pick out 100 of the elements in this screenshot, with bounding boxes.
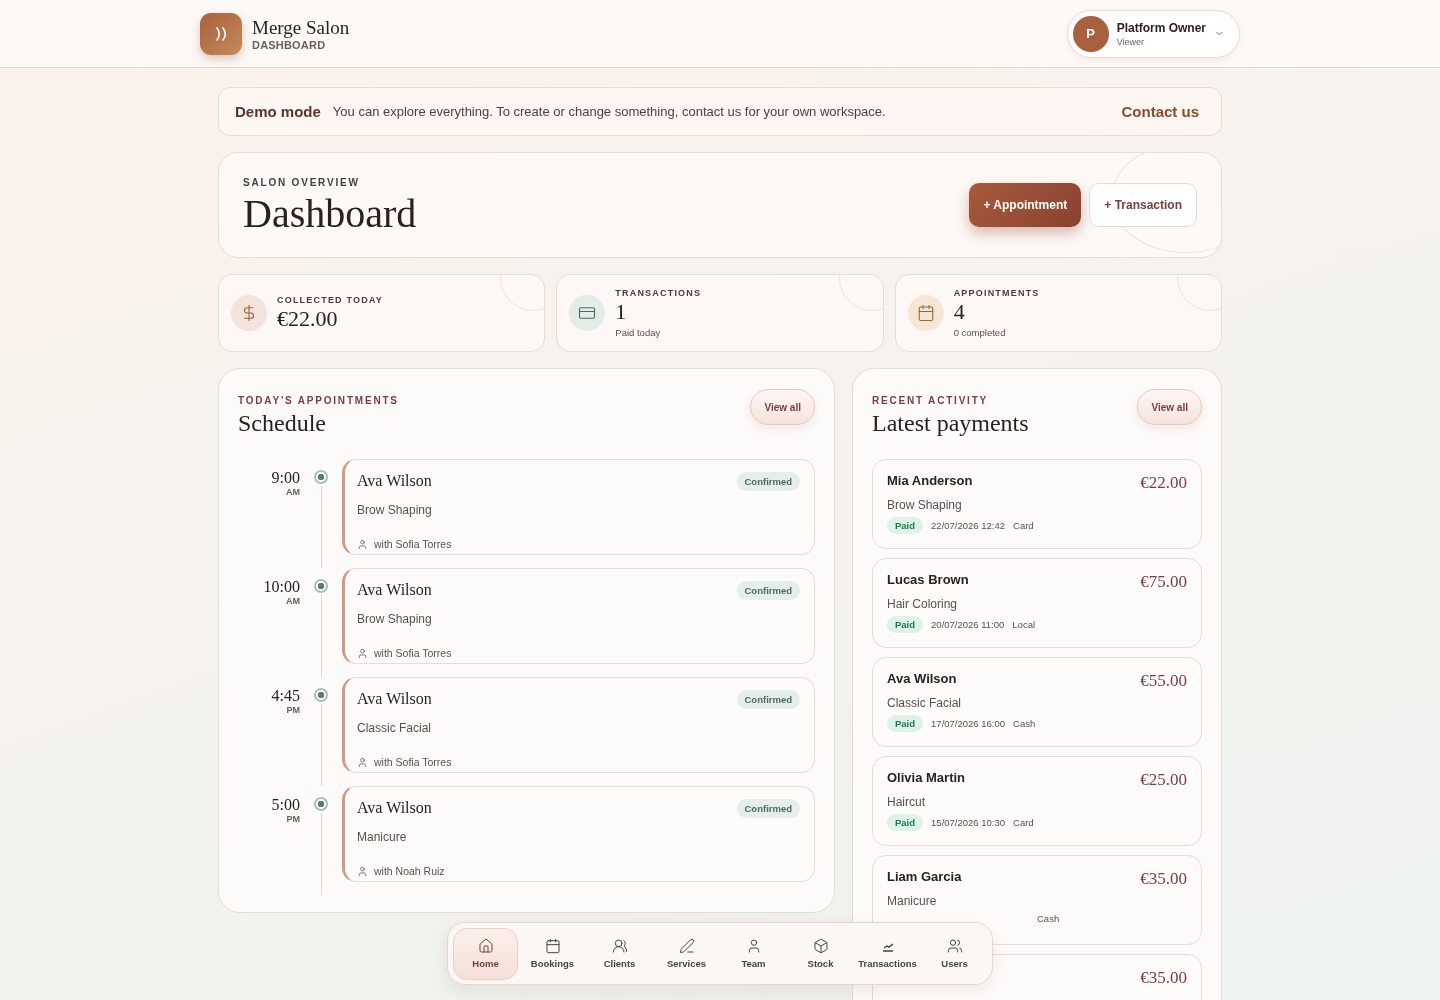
status-badge: Confirmed [736,472,800,491]
stat-label: APPOINTMENTS [953,288,1040,299]
brand-name: Merge Salon [252,16,350,39]
payment-amount: €35.00 [1140,968,1187,988]
pen-icon [678,938,695,954]
staff-name: with Sofia Torres [374,538,452,551]
stat-value: €22.00 [277,306,339,332]
nav-item[interactable]: Bookings [520,927,585,980]
nav-item[interactable]: Home [453,927,518,980]
stat-note: 0 completed [953,326,1007,338]
stat-label: TRANSACTIONS [615,288,702,299]
appointment-time: 10:00 [263,578,300,596]
nav-item[interactable]: Team [721,927,786,980]
calendar-icon [544,938,561,954]
client-name: Ava Wilson [357,690,433,709]
time-period: PM [286,705,300,715]
appointment-time: 5:00 [271,796,300,814]
appointment-card[interactable]: Ava Wilson Confirmed Brow Shaping with Sofia Torres [342,459,815,555]
banner-title: Demo mode [235,103,321,120]
client-name: Ava Wilson [357,581,433,600]
stat-label: COLLECTED TODAY [277,294,383,305]
avatar: P [1072,15,1109,52]
payment-method: Card [1013,817,1034,828]
time-period: AM [286,487,300,497]
panel-title: Schedule [238,410,327,437]
person-icon [357,647,368,659]
service-name: Brow Shaping [357,611,433,628]
payment-method: Card [1013,520,1034,531]
payment-card[interactable]: Lucas Brown €75.00 Hair Coloring Paid 20/07/2026 11:00 Local [872,558,1202,648]
nav-item[interactable]: Stock [788,927,853,980]
status-badge: Confirmed [736,581,800,600]
service-name: Manicure [357,829,408,846]
time-period: PM [286,814,300,824]
nav-item[interactable]: Clients [587,927,652,980]
staff-name: with Sofia Torres [374,647,452,660]
user-menu-button[interactable]: P Platform Owner Viewer [1066,9,1240,58]
client-name: Lucas Brown [887,572,970,589]
appointment-card[interactable]: Ava Wilson Confirmed Manicure with Noah Ruiz [342,786,815,882]
view-all-button[interactable]: View all [1137,389,1202,425]
status-badge: Paid [887,715,924,732]
payment-date: 22/07/2026 12:42 [931,520,1006,531]
section-eyebrow: TODAY'S APPOINTMENTS [238,395,399,406]
client-name: Ava Wilson [357,472,433,491]
payment-amount: €22.00 [1140,473,1187,493]
add-appointment-button[interactable]: + Appointment [969,183,1082,227]
payment-amount: €35.00 [1140,869,1187,889]
status-badge: Paid [887,814,924,831]
payment-amount: €75.00 [1140,572,1187,592]
client-name: Liam Garcia [887,869,963,886]
logo-icon [200,12,242,55]
home-icon [477,938,494,954]
contact-link[interactable]: Contact us [1121,103,1199,120]
section-eyebrow: RECENT ACTIVITY [872,395,990,406]
add-transaction-button[interactable]: + Transaction [1089,183,1197,227]
payment-date: 15/07/2026 10:30 [931,817,1006,828]
banner-message: You can explore everything. To create or change something, contact us for your own workspace. [332,104,887,119]
box-icon [812,938,829,954]
person-icon [357,756,368,768]
panel-title: Latest payments [872,410,1029,437]
timeline-dot [314,470,328,484]
payment-card[interactable]: Olivia Martin €25.00 Haircut Paid 15/07/2026 10:30 Card [872,756,1202,846]
stat-value: 1 [615,300,628,325]
user-name: Platform Owner [1116,20,1206,35]
time-period: AM [286,596,300,606]
timeline-dot [314,579,328,593]
client-name: Ava Wilson [357,799,433,818]
appointment-card[interactable]: Ava Wilson Confirmed Classic Facial with Sofia Torres [342,677,815,773]
person-icon [357,538,368,550]
page-subtitle: DASHBOARD [252,38,327,51]
calendar-icon [907,295,944,331]
payment-card[interactable]: Ava Wilson €55.00 Classic Facial Paid 17/07/2026 16:00 Cash [872,657,1202,747]
user-role: Viewer [1116,36,1144,47]
service-name: Brow Shaping [887,498,963,512]
appointment-time: 9:00 [271,469,300,487]
payment-method: Local [1012,619,1036,630]
staff-name: with Sofia Torres [374,756,452,769]
service-name: Haircut [887,795,926,809]
payment-amount: €55.00 [1140,671,1187,691]
client-name: Olivia Martin [887,770,967,787]
person-icon [357,865,368,877]
payment-card[interactable]: Liam Garcia €35.00 Manicure Cash [872,855,1202,945]
service-name: Manicure [887,894,938,908]
payment-date: 17/07/2026 16:00 [931,718,1006,729]
nav-item[interactable]: Services [654,927,719,980]
appointment-card[interactable]: Ava Wilson Confirmed Brow Shaping with Sofia Torres [342,568,815,664]
client-name: Mia Anderson [887,473,974,490]
payment-method: Cash [1037,913,1060,924]
client-name: Ava Wilson [887,671,958,688]
timeline-dot [314,797,328,811]
section-eyebrow: SALON OVERVIEW [243,177,361,188]
status-badge: Confirmed [736,690,800,709]
page-title: Dashboard [243,190,417,237]
payment-card[interactable]: Mia Anderson €22.00 Brow Shaping Paid 22/07/2026 12:42 Card [872,459,1202,549]
view-all-button[interactable]: View all [750,389,815,425]
status-badge: Paid [887,517,924,534]
service-name: Classic Facial [357,720,432,737]
payment-method: Cash [1013,718,1036,729]
timeline-dot [314,688,328,702]
people-icon [946,938,963,954]
status-badge: Confirmed [736,799,800,818]
